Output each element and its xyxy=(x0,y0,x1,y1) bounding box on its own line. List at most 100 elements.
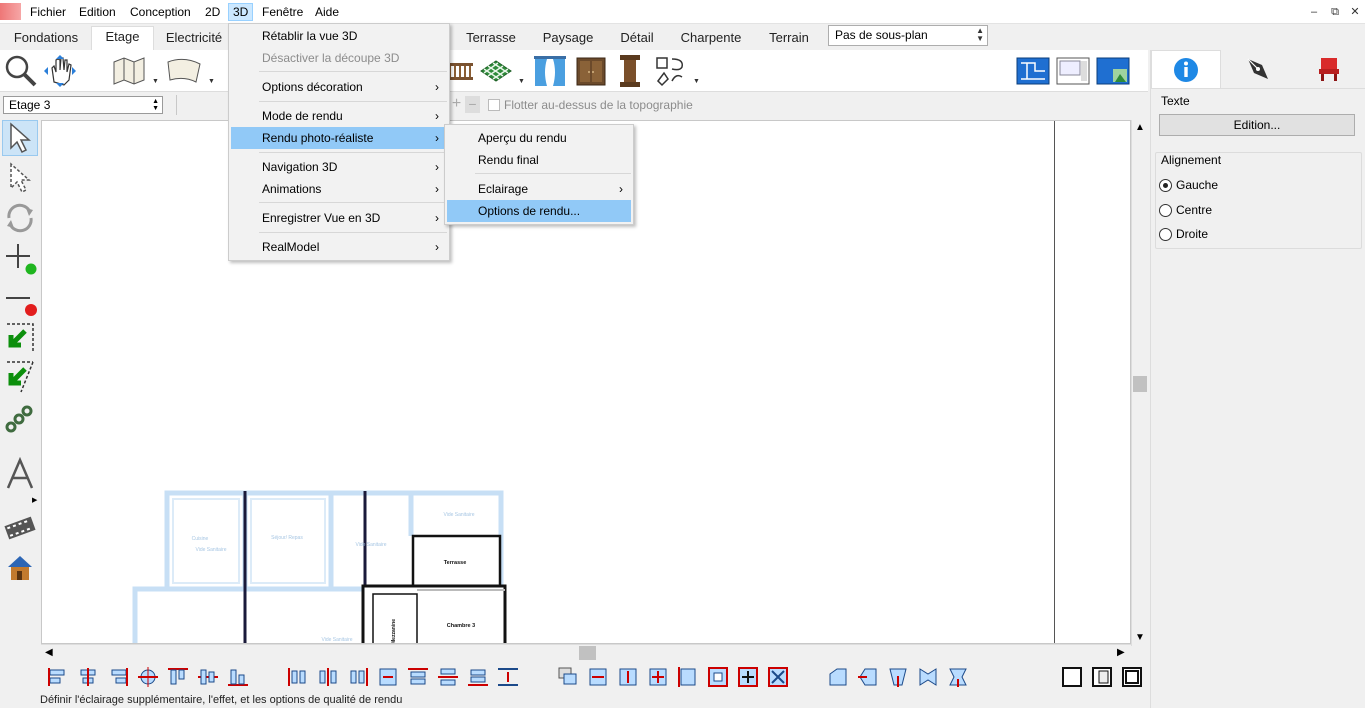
tab-detail[interactable]: Détail xyxy=(612,28,662,50)
group-icon[interactable] xyxy=(556,665,580,689)
layout-view-icon[interactable] xyxy=(1055,53,1091,89)
distribute-vc-icon[interactable] xyxy=(436,665,460,689)
same-width-icon[interactable] xyxy=(586,665,610,689)
dropdown-arrow-icon[interactable]: ▼ xyxy=(518,78,525,85)
radio-dot[interactable] xyxy=(1159,228,1172,241)
text-tool-icon[interactable] xyxy=(2,456,38,492)
menu-item-mode-rendu[interactable]: Mode de rendu › xyxy=(231,105,447,127)
align-center-radio[interactable]: Centre xyxy=(1159,203,1212,217)
float-topography-checkbox[interactable]: Flotter au-dessus de la topographie xyxy=(488,97,693,113)
checkbox-box[interactable] xyxy=(488,99,500,111)
select-dashed-icon[interactable] xyxy=(2,160,38,196)
cabinet-icon[interactable] xyxy=(573,53,609,89)
expand-icon[interactable] xyxy=(766,665,790,689)
tab-fondations[interactable]: Fondations xyxy=(4,28,88,50)
vertical-scrollbar[interactable]: ▲ ▼ xyxy=(1131,120,1148,646)
frame-c-icon[interactable] xyxy=(1120,665,1144,689)
tab-furniture[interactable] xyxy=(1294,50,1364,88)
floor-select[interactable]: Etage 3 ▲ ▼ xyxy=(3,96,163,114)
select-arrow-icon[interactable] xyxy=(2,120,38,156)
join-angle-icon[interactable] xyxy=(2,358,38,394)
shape-a-icon[interactable] xyxy=(826,665,850,689)
tab-paysage[interactable]: Paysage xyxy=(536,28,600,50)
menu-item-enregistrer-vue[interactable]: Enregistrer Vue en 3D › xyxy=(231,207,447,229)
menu-item-realmodel[interactable]: RealModel › xyxy=(231,236,447,258)
shape-b-icon[interactable] xyxy=(856,665,880,689)
dropdown-arrow-icon[interactable]: ▶ xyxy=(32,496,37,504)
distribute-v-icon[interactable] xyxy=(406,665,430,689)
menu-fichier[interactable]: Fichier xyxy=(26,3,70,21)
curtain-icon[interactable] xyxy=(532,53,568,89)
menu-item-apercu-rendu[interactable]: Aperçu du rendu xyxy=(447,127,631,149)
menu-item-retablir[interactable]: Rétablir la vue 3D xyxy=(231,25,447,47)
tab-charpente[interactable]: Charpente xyxy=(674,28,748,50)
zoom-icon[interactable] xyxy=(3,53,39,89)
menu-fenetre[interactable]: Fenêtre xyxy=(258,3,307,21)
align-right-radio[interactable]: Droite xyxy=(1159,227,1208,241)
close-icon[interactable]: ✕ xyxy=(1347,4,1363,20)
dropdown-arrow-icon[interactable]: ▼ xyxy=(693,78,700,85)
scroll-thumb[interactable] xyxy=(579,646,596,660)
menu-3d[interactable]: 3D xyxy=(228,3,254,21)
shapes-icon[interactable] xyxy=(652,53,688,89)
shape-d-icon[interactable] xyxy=(916,665,940,689)
same-size-icon[interactable] xyxy=(646,665,670,689)
align-left-radio[interactable]: Gauche xyxy=(1159,178,1218,192)
tab-etage[interactable]: Etage xyxy=(91,26,154,50)
wall-tool-icon[interactable] xyxy=(112,53,148,89)
space-h-icon[interactable] xyxy=(376,665,400,689)
house-icon[interactable] xyxy=(2,550,38,586)
align-bottom-icon[interactable] xyxy=(226,665,250,689)
horizontal-scrollbar[interactable]: ◀ ▶ xyxy=(41,644,1131,661)
align-left-icon[interactable] xyxy=(46,665,70,689)
terrain-tile-icon[interactable] xyxy=(478,53,514,89)
dropdown-arrow-icon[interactable]: ▼ xyxy=(152,78,159,85)
radio-dot[interactable] xyxy=(1159,204,1172,217)
menu-item-animations[interactable]: Animations › xyxy=(231,178,447,200)
scroll-thumb[interactable] xyxy=(1133,376,1147,392)
menu-item-rendu-final[interactable]: Rendu final xyxy=(447,149,631,171)
distribute-hr-icon[interactable] xyxy=(346,665,370,689)
same-height-icon[interactable] xyxy=(616,665,640,689)
distribute-vb-icon[interactable] xyxy=(466,665,490,689)
add-point-icon[interactable] xyxy=(2,240,38,276)
radio-dot[interactable] xyxy=(1159,179,1172,192)
frame-a-icon[interactable] xyxy=(1060,665,1084,689)
align-middle-icon[interactable] xyxy=(136,665,160,689)
3d-plan-view-icon[interactable] xyxy=(1095,53,1131,89)
center-box-icon[interactable] xyxy=(706,665,730,689)
frame-b-icon[interactable] xyxy=(1090,665,1114,689)
railing-icon[interactable] xyxy=(446,53,474,89)
remove-point-icon[interactable] xyxy=(2,282,38,318)
scroll-down-icon[interactable]: ▼ xyxy=(1135,632,1145,643)
scroll-up-icon[interactable]: ▲ xyxy=(1135,122,1145,133)
curved-wall-icon[interactable] xyxy=(166,53,202,89)
minimize-icon[interactable]: – xyxy=(1306,4,1322,20)
menu-item-options-rendu[interactable]: Options de rendu... xyxy=(447,200,631,222)
menu-edition[interactable]: Edition xyxy=(75,3,120,21)
resize-h-icon[interactable] xyxy=(676,665,700,689)
column-icon[interactable] xyxy=(612,53,648,89)
shape-e-icon[interactable] xyxy=(946,665,970,689)
align-right-icon[interactable] xyxy=(106,665,130,689)
add-icon[interactable]: + xyxy=(449,96,464,113)
rotate-icon[interactable] xyxy=(2,200,38,236)
tab-style[interactable] xyxy=(1223,50,1293,88)
scroll-right-icon[interactable]: ▶ xyxy=(1117,647,1125,658)
menu-item-eclairage[interactable]: Eclairage › xyxy=(447,178,631,200)
shape-c-icon[interactable] xyxy=(886,665,910,689)
join-arrow-icon[interactable] xyxy=(2,320,38,356)
align-top-icon[interactable] xyxy=(166,665,190,689)
menu-item-options-decoration[interactable]: Options décoration › xyxy=(231,76,447,98)
scroll-left-icon[interactable]: ◀ xyxy=(45,647,53,658)
app-icon[interactable] xyxy=(0,3,21,20)
menu-2d[interactable]: 2D xyxy=(201,3,224,21)
distribute-hc-icon[interactable] xyxy=(316,665,340,689)
tab-electricite[interactable]: Electricité xyxy=(157,28,231,50)
tab-info[interactable] xyxy=(1151,50,1221,88)
align-center-icon[interactable] xyxy=(76,665,100,689)
tab-terrain[interactable]: Terrain xyxy=(760,28,818,50)
edit-button[interactable]: Edition... xyxy=(1159,114,1355,136)
space-v-icon[interactable] xyxy=(496,665,520,689)
restore-icon[interactable]: ⧉ xyxy=(1327,4,1343,20)
